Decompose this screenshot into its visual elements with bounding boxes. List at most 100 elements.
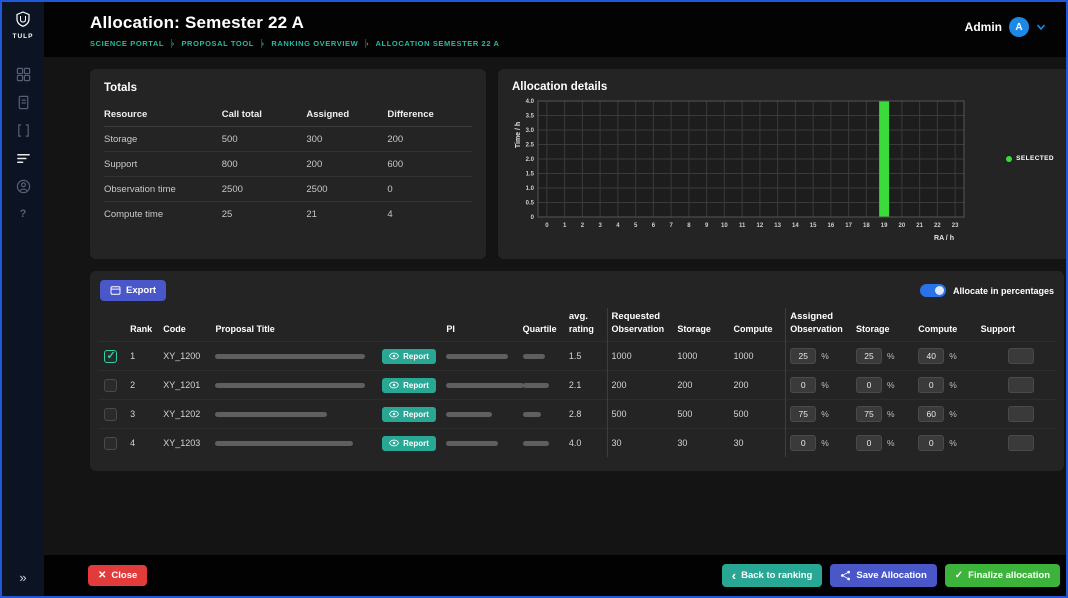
assigned-observation-input[interactable] <box>790 348 816 364</box>
eye-icon <box>389 439 399 447</box>
totals-table: Resource Call total Assigned Difference … <box>104 103 472 226</box>
user-menu[interactable]: Admin A <box>965 16 1046 38</box>
save-label: Save Allocation <box>856 570 926 581</box>
totals-row: Storage 500 300 200 <box>104 127 472 152</box>
export-icon <box>110 285 121 296</box>
pi-redacted <box>446 412 492 417</box>
support-input[interactable] <box>1008 348 1034 364</box>
assigned-compute-input[interactable] <box>918 406 944 422</box>
breadcrumb-proposal-tool[interactable]: PROPOSAL TOOL <box>181 39 253 48</box>
top-bar: Allocation: Semester 22 A SCIENCE PORTAL… <box>44 2 1066 57</box>
support-input[interactable] <box>1008 377 1034 393</box>
close-button[interactable]: ✕ Close <box>88 565 147 586</box>
dashboard-icon <box>16 67 31 82</box>
percent-sign: % <box>821 409 829 419</box>
breadcrumb-ranking-overview[interactable]: RANKING OVERVIEW <box>271 39 358 48</box>
share-icon <box>840 570 851 581</box>
row-select-checkbox[interactable] <box>104 408 117 421</box>
back-to-ranking-button[interactable]: ‹ Back to ranking <box>722 564 823 587</box>
requested-storage-cell: 30 <box>673 429 729 458</box>
percent-sign: % <box>949 351 957 361</box>
support-input[interactable] <box>1008 406 1034 422</box>
svg-text:23: 23 <box>952 223 959 229</box>
report-button[interactable]: Report <box>382 436 436 451</box>
export-button[interactable]: Export <box>100 280 166 301</box>
finalize-allocation-button[interactable]: ✓ Finalize allocation <box>945 564 1060 587</box>
svg-text:4.0: 4.0 <box>526 99 535 105</box>
app-logo[interactable]: TULP <box>13 11 34 40</box>
quartile-redacted <box>523 354 545 359</box>
col-assigned-compute: Compute <box>914 322 976 342</box>
assigned-compute-input[interactable] <box>918 435 944 451</box>
col-support: Support <box>977 322 1056 342</box>
row-select-checkbox[interactable] <box>104 437 117 450</box>
svg-text:3.5: 3.5 <box>526 114 535 120</box>
percent-sign: % <box>949 438 957 448</box>
assigned-storage-input[interactable] <box>856 348 882 364</box>
assigned-storage-input[interactable] <box>856 406 882 422</box>
svg-text:5: 5 <box>634 223 638 229</box>
sidebar-item-ranking-overview[interactable] <box>12 150 34 166</box>
table-row: 2 XY_1201 Report 2.1 200 <box>98 371 1056 400</box>
main-area: Allocation: Semester 22 A SCIENCE PORTAL… <box>44 2 1066 596</box>
top-cards-row: Totals Resource Call total Assigned Diff… <box>90 69 1066 259</box>
table-row: 1 XY_1200 Report 1.5 1000 <box>98 342 1056 371</box>
svg-text:16: 16 <box>828 223 835 229</box>
sidebar-item-dashboard[interactable] <box>12 66 34 82</box>
totals-title: Totals <box>104 82 472 94</box>
sidebar-item-proposal-tool[interactable] <box>12 122 34 138</box>
row-select-checkbox[interactable] <box>104 379 117 392</box>
proposal-title-redacted <box>215 383 365 388</box>
close-icon: ✕ <box>98 571 106 581</box>
row-select-checkbox[interactable] <box>104 350 117 363</box>
assigned-observation-input[interactable] <box>790 435 816 451</box>
sidebar-item-account[interactable] <box>12 178 34 194</box>
support-input[interactable] <box>1008 435 1034 451</box>
breadcrumb: SCIENCE PORTAL › PROPOSAL TOOL › RANKING… <box>90 39 500 48</box>
percent-sign: % <box>887 409 895 419</box>
sidebar-item-help[interactable]: ? <box>12 206 34 222</box>
svg-text:9: 9 <box>705 223 709 229</box>
assigned-compute-input[interactable] <box>918 377 944 393</box>
page-title: Allocation: Semester 22 A <box>90 13 500 33</box>
save-allocation-button[interactable]: Save Allocation <box>830 564 936 587</box>
svg-text:2.0: 2.0 <box>526 157 535 163</box>
report-button[interactable]: Report <box>382 407 436 422</box>
allocation-details-title: Allocation details <box>512 81 1052 93</box>
assigned-storage-input[interactable] <box>856 377 882 393</box>
report-button[interactable]: Report <box>382 349 436 364</box>
rating-cell: 4.0 <box>565 429 607 458</box>
svg-text:21: 21 <box>916 223 923 229</box>
assigned-storage-input[interactable] <box>856 435 882 451</box>
export-label: Export <box>126 285 156 296</box>
sidebar-expand-button[interactable]: » <box>19 570 26 585</box>
rating-cell: 2.1 <box>565 371 607 400</box>
sidebar-item-documents[interactable] <box>12 94 34 110</box>
assigned-observation-input[interactable] <box>790 377 816 393</box>
col-proposal-title: Proposal Title <box>211 322 378 342</box>
breadcrumb-current-page: ALLOCATION SEMESTER 22 A <box>376 39 500 48</box>
svg-text:1.0: 1.0 <box>526 186 535 192</box>
footer-actions: ‹ Back to ranking Save Allocation ✓ Fina… <box>722 564 1060 587</box>
requested-storage-cell: 500 <box>673 400 729 429</box>
report-label: Report <box>403 381 429 390</box>
assigned-observation-input[interactable] <box>790 406 816 422</box>
requested-observation-cell: 30 <box>607 429 673 458</box>
breadcrumb-science-portal[interactable]: SCIENCE PORTAL <box>90 39 164 48</box>
quartile-redacted <box>523 383 549 388</box>
allocate-percentages-toggle[interactable] <box>920 284 946 297</box>
svg-text:0.5: 0.5 <box>526 201 535 207</box>
totals-cell: Compute time <box>104 202 222 227</box>
rating-cell: 2.8 <box>565 400 607 429</box>
group-header-requested: Requested <box>607 308 786 322</box>
totals-col-resource: Resource <box>104 103 222 127</box>
eye-icon <box>389 381 399 389</box>
svg-text:8: 8 <box>687 223 691 229</box>
logo-text: TULP <box>13 33 34 40</box>
assigned-compute-input[interactable] <box>918 348 944 364</box>
svg-text:1.5: 1.5 <box>526 172 535 178</box>
eye-icon <box>389 410 399 418</box>
requested-observation-cell: 200 <box>607 371 673 400</box>
breadcrumb-separator: › <box>171 39 175 48</box>
report-button[interactable]: Report <box>382 378 436 393</box>
